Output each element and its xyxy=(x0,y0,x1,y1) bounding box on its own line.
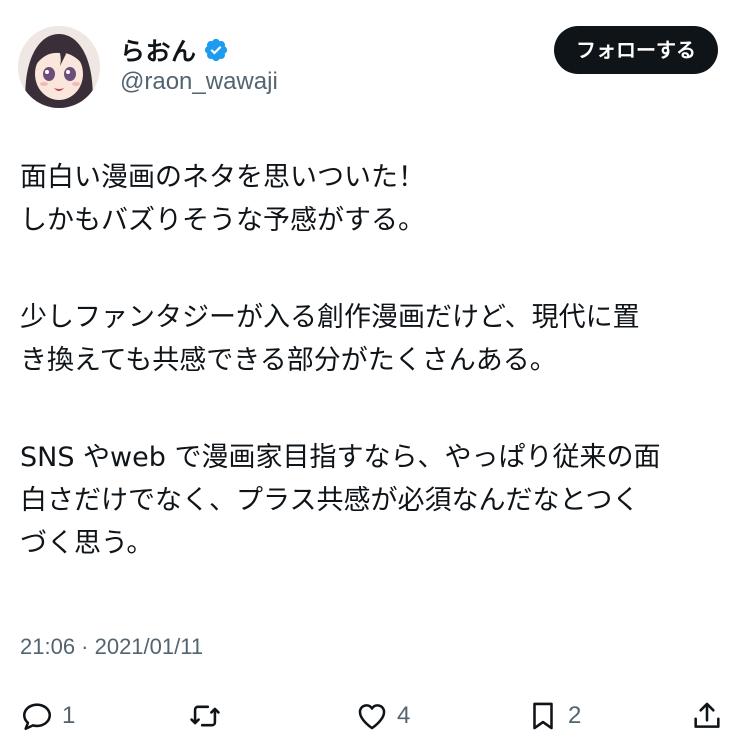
tweet-line: づく思う。 xyxy=(20,528,154,559)
like-button[interactable]: 4 xyxy=(355,690,410,742)
share-button[interactable] xyxy=(690,690,724,742)
like-count: 4 xyxy=(397,702,411,729)
reply-icon xyxy=(22,703,52,731)
tweet-line: 少しファンタジーが入る創作漫画だけど、現代に置 xyxy=(20,302,640,333)
share-icon xyxy=(694,702,720,728)
retweet-button[interactable] xyxy=(188,690,230,742)
tweet-header: らおん @raon_wawaji フォローする xyxy=(18,26,718,110)
tweet-text: 面白い漫画のネタを思いついた！ しかもバズりそうな予感がする。 少しファンタジー… xyxy=(20,156,720,565)
user-names: らおん @raon_wawaji xyxy=(120,34,278,96)
reply-button[interactable]: 1 xyxy=(20,690,75,742)
tweet-line: 面白い漫画のネタを思いついた！ xyxy=(20,162,425,193)
bookmark-icon xyxy=(533,702,553,730)
user-handle[interactable]: @raon_wawaji xyxy=(120,68,278,96)
tweet-line: き換えても共感できる部分がたくさんある。 xyxy=(20,345,557,376)
tweet-line: SNS やweb で漫画家目指すなら、やっぱり従来の面 xyxy=(20,442,661,473)
display-name-row: らおん xyxy=(120,34,278,66)
follow-button[interactable]: フォローする xyxy=(554,26,718,74)
heart-icon xyxy=(358,704,386,730)
tweet-timestamp[interactable]: 21:06 · 2021/01/11 xyxy=(20,634,203,660)
verified-badge-icon xyxy=(203,37,229,63)
tweet-line: しかもバズりそうな予感がする。 xyxy=(20,205,425,236)
avatar-image xyxy=(18,26,100,108)
tweet-line: 白さだけでなく、プラス共感が必須なんだなとつく xyxy=(20,485,640,516)
bookmark-count: 2 xyxy=(568,702,582,729)
avatar[interactable] xyxy=(18,26,100,108)
retweet-icon xyxy=(190,705,220,727)
reply-count: 1 xyxy=(62,702,76,729)
action-bar: 1 4 2 xyxy=(0,690,749,742)
display-name[interactable]: らおん xyxy=(120,32,197,68)
bookmark-button[interactable]: 2 xyxy=(526,690,581,742)
